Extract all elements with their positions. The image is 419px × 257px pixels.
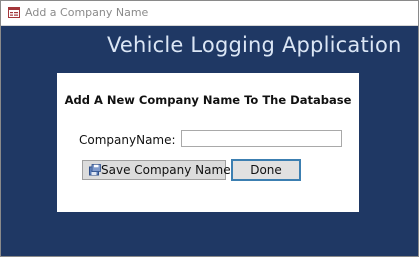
- app-title: Vehicle Logging Application: [107, 33, 402, 57]
- save-company-name-button[interactable]: Save Company Name: [82, 160, 231, 180]
- dialog-window: Add a Company Name Vehicle Logging Appli…: [0, 0, 419, 257]
- form-heading: Add A New Company Name To The Database: [64, 93, 352, 107]
- title-bar[interactable]: Add a Company Name: [1, 1, 418, 26]
- done-button[interactable]: Done: [231, 159, 301, 181]
- window-title: Add a Company Name: [25, 6, 149, 19]
- save-button-label: Save Company Name: [101, 163, 231, 177]
- form-icon: [8, 7, 20, 18]
- company-name-input[interactable]: [181, 130, 342, 147]
- save-icon: [89, 164, 101, 176]
- form-panel: Add A New Company Name To The Database C…: [57, 73, 359, 212]
- done-button-label: Done: [250, 163, 282, 177]
- company-name-label: CompanyName:: [79, 133, 176, 147]
